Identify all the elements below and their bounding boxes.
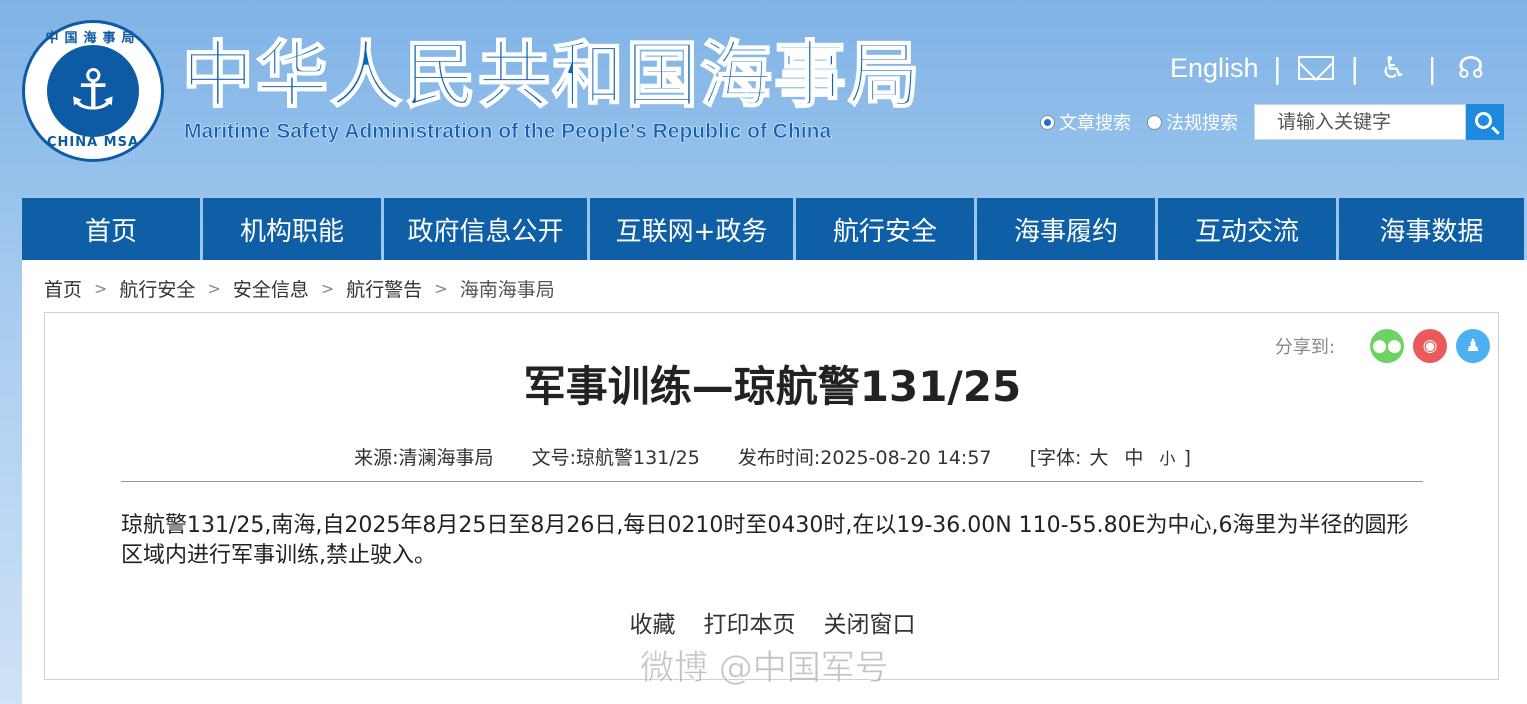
accessibility-icon[interactable]: ♿ [1373,48,1413,88]
nav-item-functions[interactable]: 机构职能 [203,198,381,260]
site-header: ⚓ 中国海事局 CHINA MSA 中华人民共和国海事局 Maritime Sa… [0,0,1527,198]
chevron-right-icon: > [94,278,108,298]
nav-item-nav-safety[interactable]: 航行安全 [796,198,974,260]
chevron-right-icon: > [434,278,448,298]
top-links: English | | ♿ | ☊ [1170,46,1491,90]
radio-article-search[interactable]: 文章搜索 [1040,109,1131,135]
font-size-medium[interactable]: 中 [1124,447,1143,469]
close-window-button[interactable]: 关闭窗口 [824,605,916,639]
print-button[interactable]: 打印本页 [704,605,796,639]
font-size-close: ] [1183,447,1191,469]
nav-item-compliance[interactable]: 海事履约 [977,198,1155,260]
breadcrumb-current[interactable]: 海南海事局 [460,275,555,302]
article-title: 军事训练—琼航警131/25 [523,362,1022,411]
breadcrumb-nav-safety[interactable]: 航行安全 [119,275,195,302]
radio-law-label: 法规搜索 [1166,113,1238,134]
breadcrumb-safety-info[interactable]: 安全信息 [233,275,309,302]
anchor-icon: ⚓ [67,58,119,123]
search-bar: 文章搜索 法规搜索 [1040,104,1504,140]
english-link[interactable]: English [1170,53,1259,84]
search-input[interactable] [1254,104,1466,140]
radio-article-label: 文章搜索 [1059,113,1131,134]
divider [121,481,1423,482]
emblem-bottom-text: CHINA MSA [46,135,140,150]
radio-unselected-icon [1147,114,1162,130]
nav-item-home[interactable]: 首页 [22,198,200,260]
breadcrumb-home[interactable]: 首页 [44,275,82,302]
elderly-mode-icon[interactable]: ☊ [1451,48,1491,88]
chevron-right-icon: > [207,278,221,298]
weibo-watermark: 微博 @中国军号 [640,648,890,689]
article-meta: 来源:清澜海事局 文号:琼航警131/25 发布时间:2025-08-20 14… [45,443,1500,470]
font-size-small[interactable]: 小 [1159,449,1175,468]
search-button[interactable] [1466,104,1504,140]
nav-item-internet-gov[interactable]: 互联网+政务 [590,198,793,260]
font-size-label: [字体: [1029,447,1082,469]
search-icon [1474,111,1492,129]
article-panel: 分享到: ●● ◉ ♟ 军事训练—琼航警131/25 来源:清澜海事局 文号:琼… [44,312,1499,680]
article-actions: 收藏 打印本页 关闭窗口 [45,605,1500,639]
radio-selected-icon [1040,114,1055,130]
mail-icon[interactable] [1296,48,1336,88]
emblem-top-text: 中国海事局 [45,31,141,46]
site-subtitle: Maritime Safety Administration of the Pe… [184,120,832,144]
chevron-right-icon: > [320,278,335,298]
breadcrumb: 首页 > 航行安全 > 安全信息 > 航行警告 > 海南海事局 [44,274,555,302]
divider: | [1427,51,1437,85]
nav-item-interaction[interactable]: 互动交流 [1158,198,1336,260]
msa-emblem-logo[interactable]: ⚓ 中国海事局 CHINA MSA [22,20,164,162]
favorite-button[interactable]: 收藏 [630,605,676,639]
nav-item-gov-info[interactable]: 政府信息公开 [384,198,587,260]
main-nav: 首页 机构职能 政府信息公开 互联网+政务 航行安全 海事履约 互动交流 海事数… [22,198,1527,260]
main-content: 首页 > 航行安全 > 安全信息 > 航行警告 > 海南海事局 分享到: ●● … [22,260,1527,704]
nav-item-data[interactable]: 海事数据 [1339,198,1524,260]
article-doc-number: 文号:琼航警131/25 [531,447,700,469]
article-body: 琼航警131/25,南海,自2025年8月25日至8月26日,每日0210时至0… [121,513,1409,568]
radio-law-search[interactable]: 法规搜索 [1147,109,1238,135]
font-size-large[interactable]: 大 [1089,447,1108,469]
article-publish-time: 发布时间:2025-08-20 14:57 [737,447,992,469]
site-title: 中华人民共和国海事局 [181,32,923,118]
divider: | [1272,51,1282,85]
article-source: 来源:清澜海事局 [354,447,494,469]
breadcrumb-nav-warning[interactable]: 航行警告 [346,275,422,302]
divider: | [1350,51,1360,85]
